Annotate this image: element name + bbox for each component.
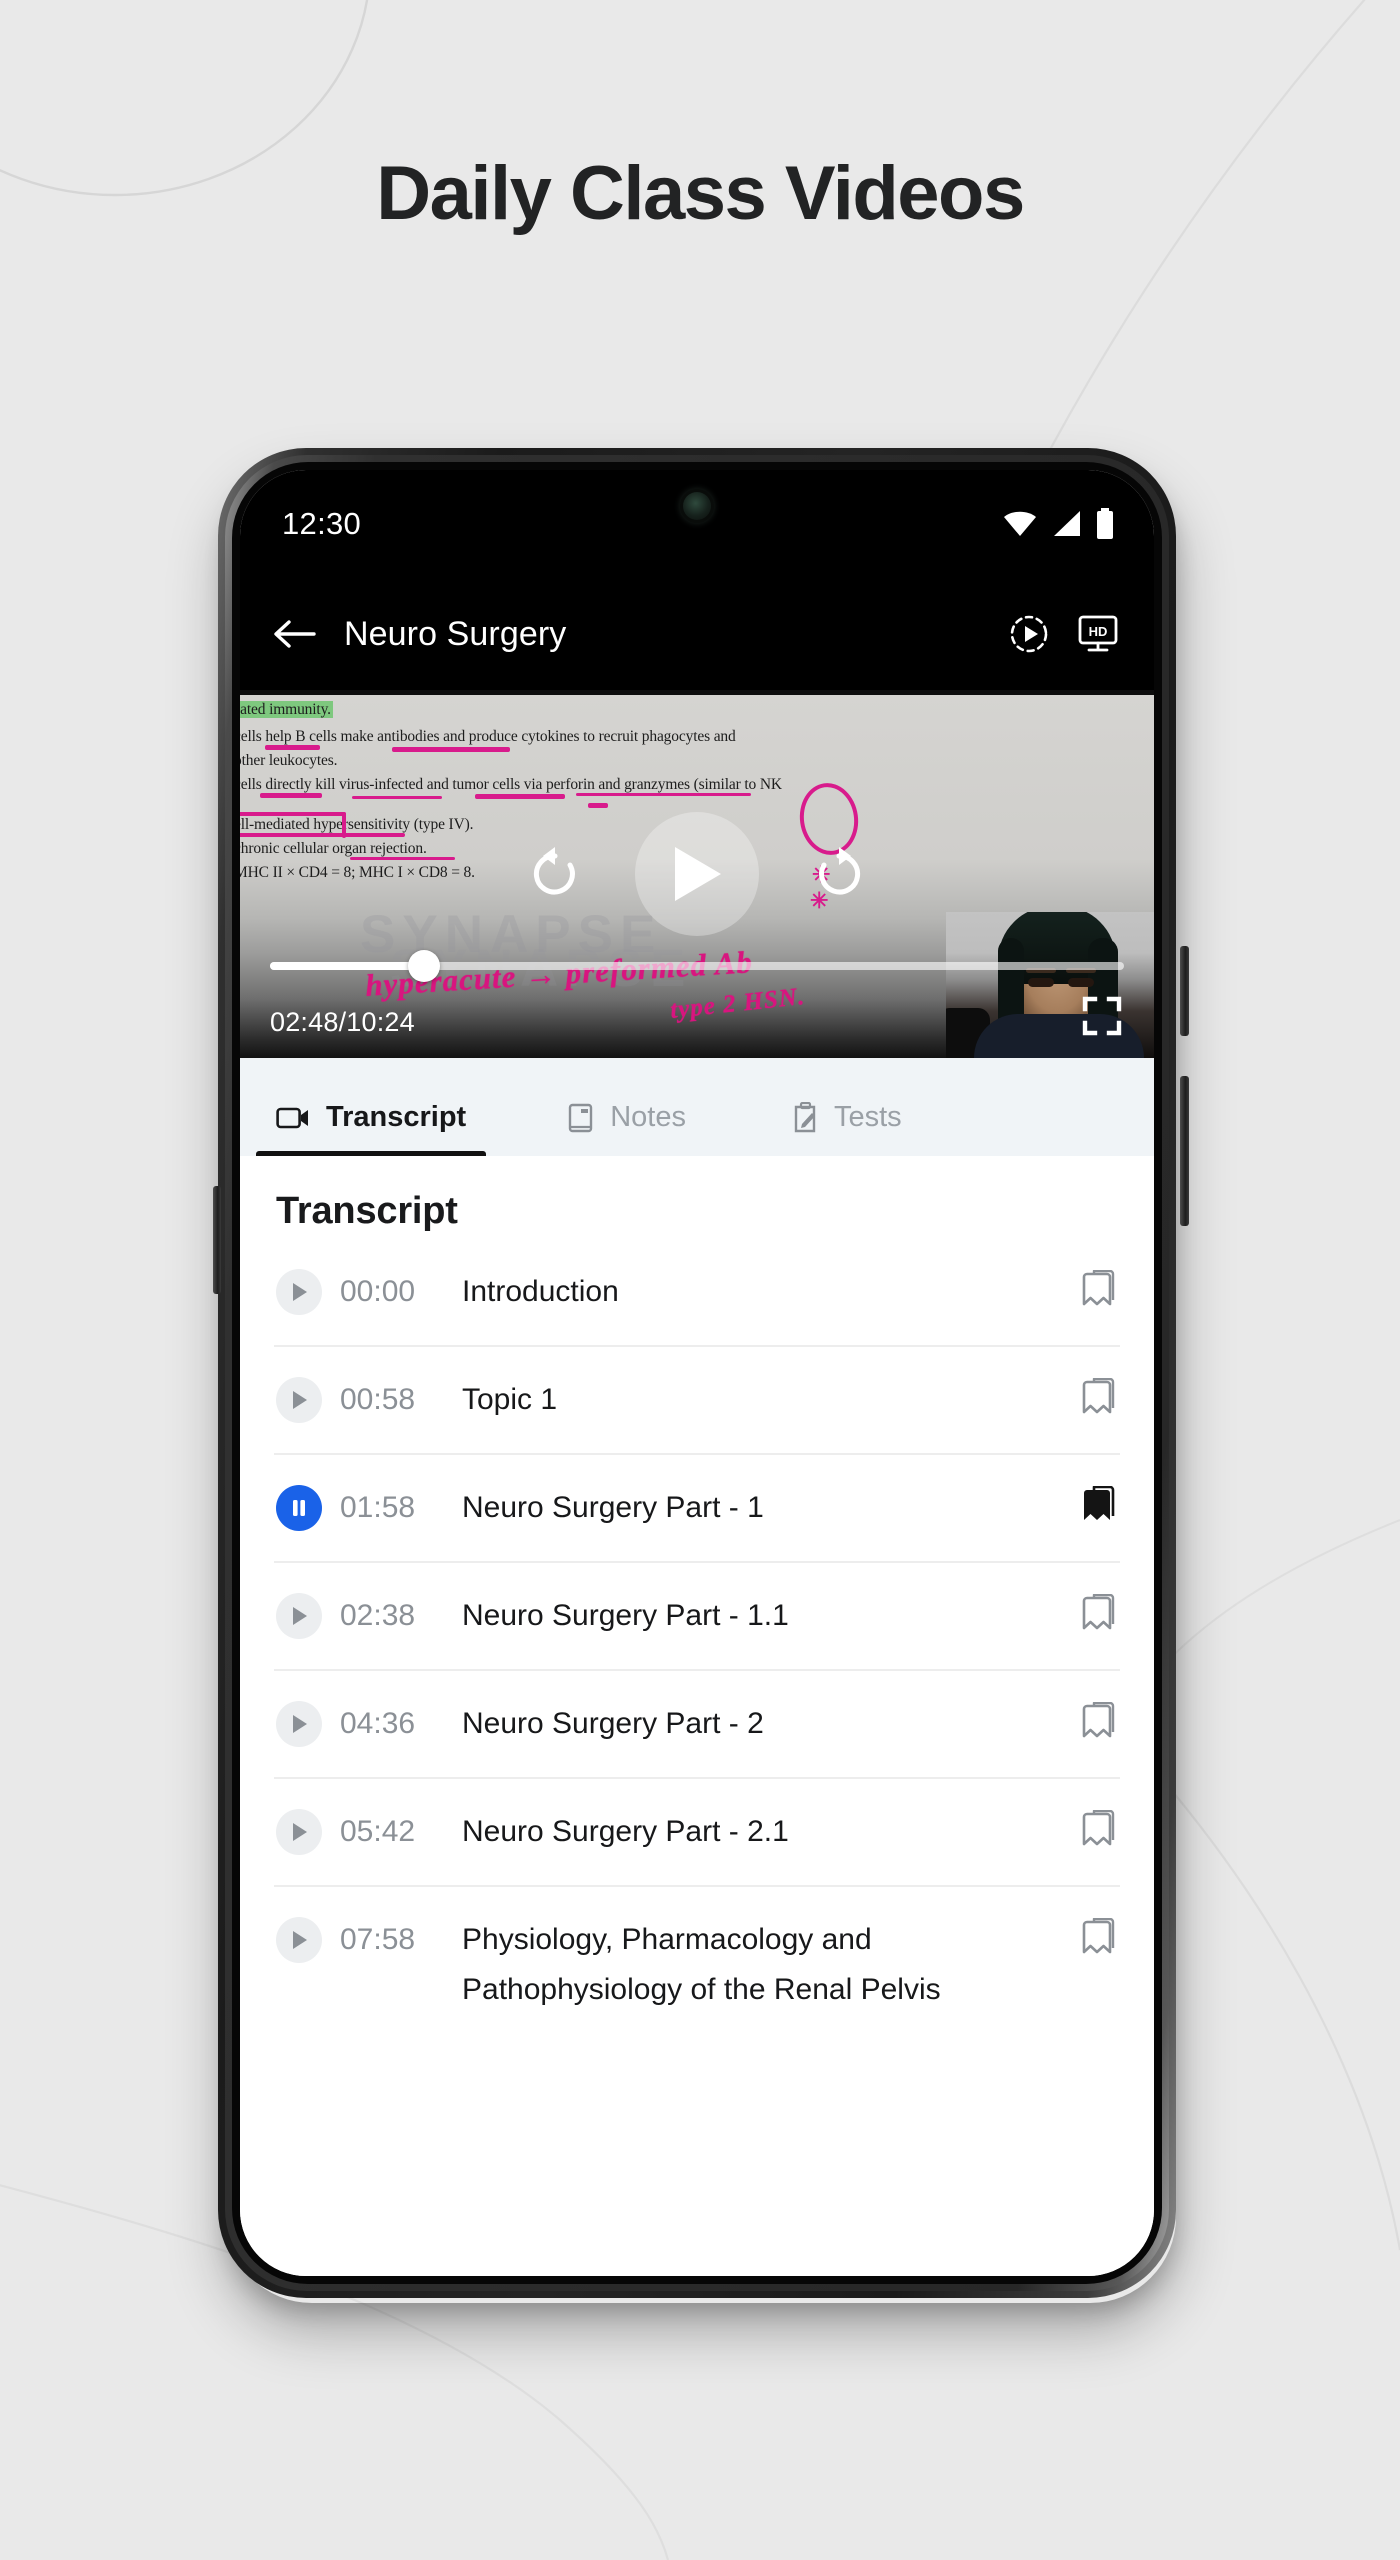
bookmark-icon[interactable] (1078, 1378, 1118, 1422)
tab-notes-label: Notes (610, 1101, 686, 1133)
phone-power-button[interactable] (1180, 946, 1189, 1036)
phone-screen: 12:30 Neuro Surgery HD iated immunity. c… (240, 470, 1154, 2276)
transcript-row-title: Physiology, Pharmacology and Pathophysio… (462, 1923, 941, 2006)
bookmark-icon[interactable] (1078, 1810, 1118, 1854)
transcript-row-title: Neuro Surgery Part - 1 (462, 1491, 764, 1524)
page-title: Daily Class Videos (376, 151, 1025, 236)
transcript-row-title: Neuro Surgery Part - 2.1 (462, 1815, 789, 1848)
video-time-label: 02:48/10:24 (270, 1007, 415, 1037)
tab-tests[interactable]: Tests (772, 1101, 922, 1156)
book-icon (568, 1103, 594, 1133)
transcript-row[interactable]: 02:38 Neuro Surgery Part - 1.1 (274, 1563, 1120, 1671)
forward-10-icon[interactable] (808, 843, 870, 905)
cellular-signal-icon (1054, 511, 1080, 536)
transcript-row[interactable]: 01:58 Neuro Surgery Part - 1 (274, 1455, 1120, 1563)
battery-icon (1097, 508, 1113, 539)
back-arrow-icon[interactable] (272, 617, 316, 651)
slide-line-2: cells help B cells make antibodies and p… (240, 728, 736, 745)
transcript-row[interactable]: 04:36 Neuro Surgery Part - 2 (274, 1671, 1120, 1779)
fullscreen-icon[interactable] (1082, 996, 1122, 1036)
transcript-row[interactable]: 00:00 Introduction (274, 1239, 1120, 1347)
transcript-row-title: Introduction (462, 1275, 619, 1308)
video-controls-bar: 02:48/10:24 (240, 936, 1154, 1058)
svg-text:HD: HD (1089, 624, 1108, 639)
video-seekbar-knob[interactable] (407, 950, 440, 982)
video-seekbar-fill (270, 962, 424, 970)
bookmark-icon[interactable] (1078, 1594, 1118, 1638)
play-icon[interactable] (276, 1269, 322, 1315)
transcript-row-title: Neuro Surgery Part - 2 (462, 1707, 764, 1740)
video-camera-icon (276, 1105, 310, 1131)
hd-quality-icon[interactable]: HD (1076, 613, 1120, 655)
front-camera-icon (683, 492, 711, 520)
video-seekbar[interactable] (270, 950, 1124, 982)
tab-transcript-label: Transcript (326, 1101, 467, 1133)
status-bar-icons (1002, 508, 1116, 540)
slide-line-6: chronic cellular organ rejection. (240, 840, 427, 857)
transcript-row-title: Neuro Surgery Part - 1.1 (462, 1599, 789, 1632)
play-button[interactable] (635, 812, 759, 936)
playback-speed-icon[interactable] (1008, 613, 1050, 655)
phone-mockup: 12:30 Neuro Surgery HD iated immunity. c… (213, 448, 1189, 2303)
rewind-10-icon[interactable] (524, 843, 586, 905)
pause-icon[interactable] (276, 1485, 322, 1531)
transcript-heading: Transcript (276, 1190, 458, 1232)
slide-highlight: iated immunity. (240, 701, 333, 718)
phone-left-button[interactable] (213, 1186, 221, 1294)
transcript-row-time: 00:58 (340, 1383, 416, 1416)
play-icon[interactable] (276, 1917, 322, 1963)
tab-bar: Transcript Notes Tests (240, 1058, 1154, 1156)
transcript-row[interactable]: 00:58 Topic 1 (274, 1347, 1120, 1455)
status-bar: 12:30 (240, 470, 1154, 578)
status-bar-time: 12:30 (282, 506, 362, 541)
slide-line-5: ell-mediated hypersensitivity (type IV). (240, 816, 474, 833)
tab-transcript[interactable]: Transcript (256, 1101, 487, 1156)
slide-line-3: other leukocytes. (240, 752, 338, 769)
app-bar: Neuro Surgery HD (240, 578, 1154, 690)
tab-tests-label: Tests (833, 1101, 902, 1133)
bookmark-icon[interactable] (1078, 1270, 1118, 1314)
play-icon[interactable] (276, 1593, 322, 1639)
slide-line-7: MHC II × CD4 = 8; MHC I × CD8 = 8. (240, 864, 475, 881)
phone-volume-button[interactable] (1180, 1076, 1189, 1226)
wifi-icon (1004, 511, 1036, 536)
bookmark-icon[interactable] (1078, 1702, 1118, 1746)
app-bar-title: Neuro Surgery (344, 614, 567, 653)
transcript-row-time: 04:36 (340, 1707, 416, 1740)
transcript-row-time: 02:38 (340, 1599, 416, 1632)
play-icon[interactable] (276, 1809, 322, 1855)
transcript-row-time: 01:58 (340, 1491, 416, 1524)
transcript-panel: Transcript 00:00 Introduction 00:58 Topic 1… (240, 1156, 1154, 2276)
transcript-row[interactable]: 05:42 Neuro Surgery Part - 2.1 (274, 1779, 1120, 1887)
tab-notes[interactable]: Notes (548, 1101, 706, 1156)
play-icon[interactable] (276, 1377, 322, 1423)
transcript-row-time: 07:58 (340, 1923, 416, 1956)
slide-line-4: cells directly kill virus-infected and t… (240, 776, 782, 793)
transcript-row-title: Topic 1 (462, 1383, 558, 1416)
transcript-row-time: 00:00 (340, 1275, 416, 1308)
transcript-list: 00:00 Introduction 00:58 Topic 1 01:58 Neuro … (274, 1239, 1120, 2043)
bookmark-icon[interactable] (1078, 1486, 1118, 1530)
transcript-row[interactable]: 07:58 Physiology, Pharmacology and Pathop… (274, 1887, 1120, 2043)
video-top-strip (240, 690, 1154, 695)
play-icon[interactable] (276, 1701, 322, 1747)
clipboard-edit-icon (792, 1101, 818, 1134)
transcript-row-time: 05:42 (340, 1815, 416, 1848)
video-player[interactable]: iated immunity. cells help B cells make … (240, 690, 1154, 1058)
bookmark-icon[interactable] (1078, 1918, 1118, 1962)
